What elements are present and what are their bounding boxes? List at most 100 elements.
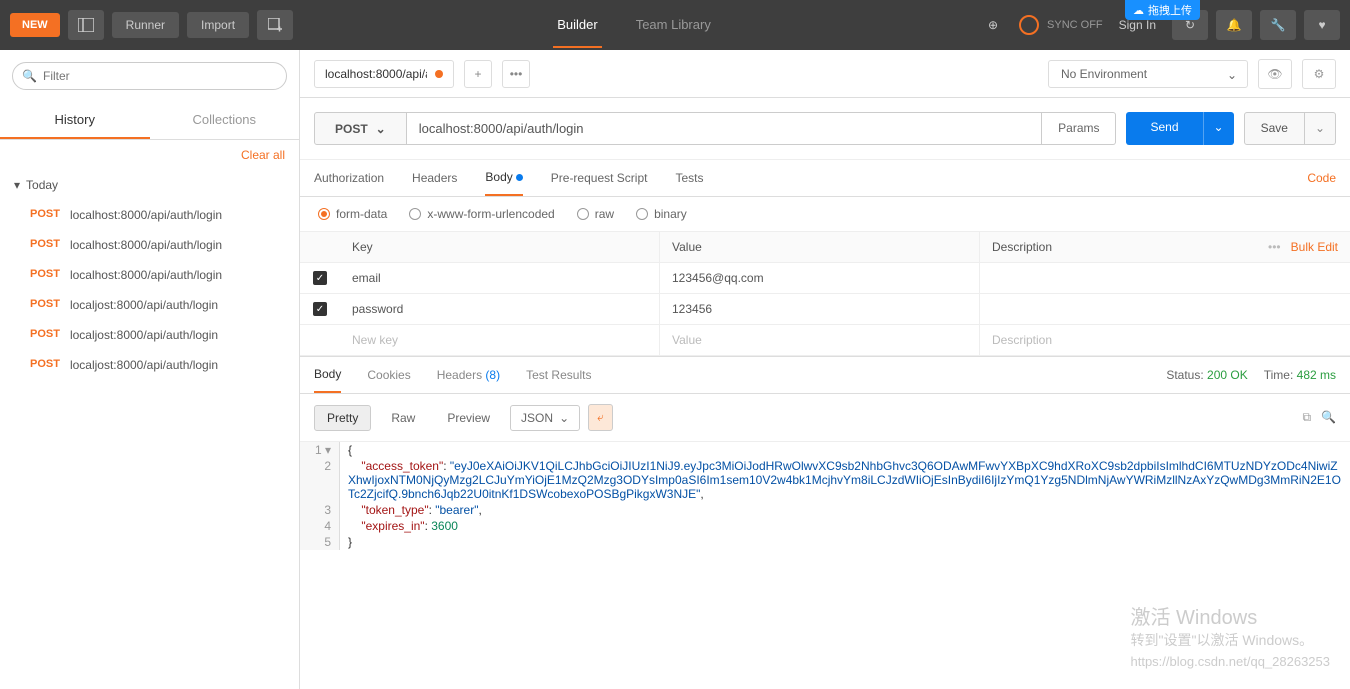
eye-icon: 👁 bbox=[1267, 67, 1282, 81]
sidebar: 🔍 History Collections Clear all ▾ Today … bbox=[0, 50, 300, 689]
code-link[interactable]: Code bbox=[1307, 161, 1336, 195]
row-checkbox[interactable]: ✓ bbox=[313, 302, 327, 316]
view-raw[interactable]: Raw bbox=[379, 406, 427, 430]
response-tab-cookies[interactable]: Cookies bbox=[367, 358, 410, 392]
environment-select[interactable]: No Environment ⌄ bbox=[1048, 60, 1248, 88]
more-icon[interactable]: ••• bbox=[1268, 240, 1281, 254]
tab-body[interactable]: Body bbox=[485, 160, 522, 196]
new-window-button[interactable] bbox=[257, 10, 293, 40]
history-group-toggle[interactable]: ▾ Today bbox=[0, 170, 299, 200]
send-dropdown[interactable]: ⌄ bbox=[1203, 112, 1234, 145]
table-row: ✓ password123456 bbox=[300, 294, 1350, 325]
radio-formdata[interactable]: form-data bbox=[318, 207, 387, 221]
key-cell[interactable]: password bbox=[340, 294, 660, 324]
response-tab-body[interactable]: Body bbox=[314, 357, 341, 393]
row-checkbox[interactable]: ✓ bbox=[313, 271, 327, 285]
history-method: POST bbox=[30, 298, 60, 312]
clear-all-button[interactable]: Clear all bbox=[0, 140, 299, 170]
value-cell[interactable]: 123456@qq.com bbox=[660, 263, 980, 293]
history-group-label: Today bbox=[26, 178, 58, 192]
tab-prerequest[interactable]: Pre-request Script bbox=[551, 161, 648, 195]
tab-options-button[interactable]: ••• bbox=[502, 60, 530, 88]
new-tab-button[interactable]: + bbox=[464, 60, 492, 88]
environment-quicklook-button[interactable]: 👁 bbox=[1258, 59, 1292, 89]
caret-down-icon: ▾ bbox=[14, 178, 20, 192]
value-cell[interactable]: 123456 bbox=[660, 294, 980, 324]
heart-button[interactable]: ♥ bbox=[1304, 10, 1340, 40]
desc-cell[interactable] bbox=[980, 294, 1350, 324]
col-description: Description bbox=[980, 232, 1256, 262]
bell-icon: 🔔 bbox=[1227, 18, 1242, 32]
history-item[interactable]: POSTlocaljost:8000/api/auth/login bbox=[0, 290, 299, 320]
history-url: localjost:8000/api/auth/login bbox=[70, 358, 218, 372]
history-tab[interactable]: History bbox=[0, 102, 150, 139]
new-button[interactable]: NEW bbox=[10, 13, 60, 37]
collections-tab[interactable]: Collections bbox=[150, 102, 300, 139]
float-upload-badge[interactable]: ☁ 拖拽上传 bbox=[1125, 0, 1200, 20]
history-method: POST bbox=[30, 208, 60, 222]
view-pretty[interactable]: Pretty bbox=[314, 405, 371, 431]
request-tab[interactable]: localhost:8000/api/a bbox=[314, 60, 454, 88]
headers-count: (8) bbox=[485, 368, 500, 382]
tab-tests[interactable]: Tests bbox=[675, 161, 703, 195]
response-tab-headers[interactable]: Headers (8) bbox=[437, 358, 500, 392]
tab-headers[interactable]: Headers bbox=[412, 161, 457, 195]
history-item[interactable]: POSTlocalhost:8000/api/auth/login bbox=[0, 230, 299, 260]
sync-status: SYNC OFF bbox=[1047, 19, 1103, 31]
wrap-lines-button[interactable]: ⤶ bbox=[588, 404, 613, 431]
history-item[interactable]: POSTlocalhost:8000/api/auth/login bbox=[0, 260, 299, 290]
filter-input[interactable] bbox=[12, 62, 287, 90]
method-label: POST bbox=[335, 122, 368, 136]
view-preview[interactable]: Preview bbox=[435, 406, 502, 430]
copy-button[interactable]: ⧉ bbox=[1302, 410, 1311, 425]
response-tab-tests[interactable]: Test Results bbox=[526, 358, 591, 392]
satellite-button[interactable]: ⊕ bbox=[975, 10, 1011, 40]
environment-settings-button[interactable]: ⚙ bbox=[1302, 59, 1336, 89]
new-key-input[interactable]: New key bbox=[340, 325, 660, 355]
history-method: POST bbox=[30, 328, 60, 342]
import-button[interactable]: Import bbox=[187, 12, 249, 38]
line-number: 3 bbox=[300, 502, 340, 518]
new-value-input[interactable]: Value bbox=[660, 325, 980, 355]
col-value: Value bbox=[660, 232, 980, 262]
send-button[interactable]: Send bbox=[1126, 112, 1202, 145]
method-select[interactable]: POST ⌄ bbox=[314, 112, 407, 145]
line-number: 1 ▾ bbox=[300, 442, 340, 458]
signin-button[interactable]: Sign In bbox=[1111, 18, 1164, 32]
save-button[interactable]: Save bbox=[1244, 112, 1305, 145]
history-item[interactable]: POST localjost:8000/api/auth/login bbox=[0, 350, 299, 380]
url-input[interactable] bbox=[407, 112, 1042, 145]
response-body[interactable]: 1 ▾{ 2 "access_token": "eyJ0eXAiOiJKV1Qi… bbox=[300, 441, 1350, 689]
history-item[interactable]: POSTlocaljost:8000/api/auth/login bbox=[0, 320, 299, 350]
json-key: "expires_in" bbox=[361, 519, 424, 533]
runner-button[interactable]: Runner bbox=[112, 12, 179, 38]
json-key: "token_type" bbox=[361, 503, 428, 517]
radio-urlencoded[interactable]: x-www-form-urlencoded bbox=[409, 207, 554, 221]
history-method: POST bbox=[30, 358, 60, 372]
search-response-button[interactable]: 🔍 bbox=[1321, 410, 1336, 425]
radio-raw[interactable]: raw bbox=[577, 207, 614, 221]
key-cell[interactable]: email bbox=[340, 263, 660, 293]
save-dropdown[interactable]: ⌄ bbox=[1305, 112, 1336, 145]
params-button[interactable]: Params bbox=[1042, 112, 1116, 145]
radio-binary[interactable]: binary bbox=[636, 207, 687, 221]
builder-tab[interactable]: Builder bbox=[553, 3, 601, 48]
history-item[interactable]: POSTlocalhost:8000/api/auth/login bbox=[0, 200, 299, 230]
gear-icon: ⚙ bbox=[1314, 67, 1325, 81]
heart-icon: ♥ bbox=[1318, 18, 1325, 32]
active-dot-icon bbox=[516, 174, 523, 181]
team-library-tab[interactable]: Team Library bbox=[632, 3, 715, 48]
json-value: 3600 bbox=[431, 519, 458, 533]
chevron-down-icon: ⌄ bbox=[1315, 121, 1325, 135]
notifications-button[interactable]: 🔔 bbox=[1216, 10, 1252, 40]
plus-icon: + bbox=[474, 67, 481, 81]
settings-button[interactable]: 🔧 bbox=[1260, 10, 1296, 40]
radio-label: raw bbox=[595, 207, 614, 221]
tab-authorization[interactable]: Authorization bbox=[314, 161, 384, 195]
desc-cell[interactable] bbox=[980, 263, 1350, 293]
toggle-sidebar-button[interactable] bbox=[68, 10, 104, 40]
format-select[interactable]: JSON ⌄ bbox=[510, 405, 580, 431]
unsaved-dot-icon bbox=[435, 70, 443, 78]
new-desc-input[interactable]: Description bbox=[980, 325, 1350, 355]
bulk-edit-button[interactable]: Bulk Edit bbox=[1291, 240, 1338, 254]
